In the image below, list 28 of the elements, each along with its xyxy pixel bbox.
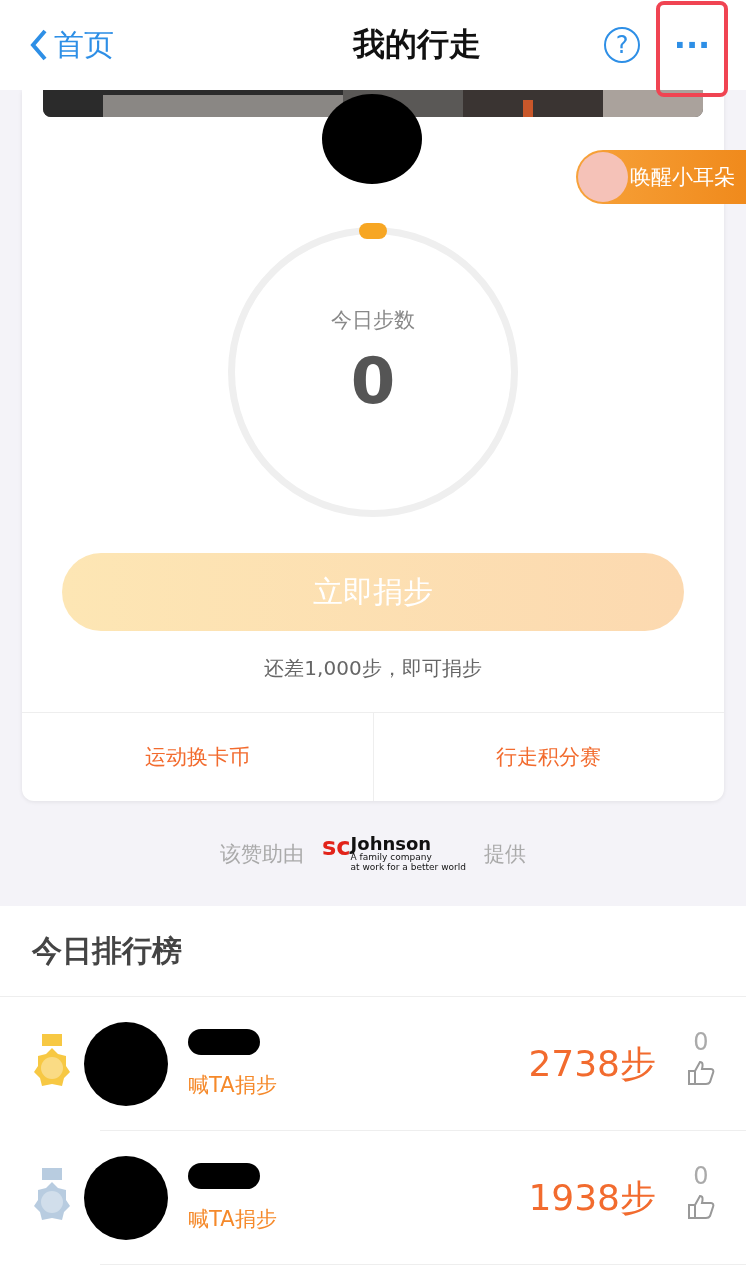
steps-label: 今日步数 bbox=[331, 307, 415, 334]
redaction-mark bbox=[188, 1029, 260, 1055]
logo-brand: Johnson bbox=[350, 834, 433, 853]
thumbs-up-icon[interactable] bbox=[687, 1060, 715, 1086]
logo-mark: sc bbox=[322, 834, 351, 859]
page-title: 我的行走 bbox=[351, 24, 482, 65]
like-count: 0 bbox=[693, 1028, 709, 1056]
help-button[interactable]: ? bbox=[604, 27, 640, 63]
logo-tagline: A family company bbox=[350, 852, 432, 862]
feature-link[interactable]: 运动换卡币 bbox=[22, 713, 373, 801]
chevron-left-icon bbox=[30, 29, 48, 61]
step-count: 1938步 bbox=[528, 1175, 656, 1220]
cheer-link[interactable]: 喊TA捐步 bbox=[188, 1071, 348, 1099]
promo-badge[interactable]: 唤醒小耳朵 bbox=[576, 150, 746, 204]
back-link[interactable]: 首页 bbox=[30, 24, 230, 66]
redaction-mark bbox=[188, 1163, 260, 1189]
sponsor-text: 提供 bbox=[483, 840, 526, 868]
section-title: 今日排行榜 bbox=[0, 906, 746, 997]
avatar-icon bbox=[578, 152, 628, 202]
steps-count: 0 bbox=[350, 344, 396, 418]
feature-link[interactable]: 行走积分赛 bbox=[372, 713, 724, 801]
sponsor-text: 该赞助由 bbox=[220, 840, 305, 868]
cheer-link[interactable]: 喊TA捐步 bbox=[188, 1205, 348, 1233]
like-count: 0 bbox=[693, 1162, 709, 1190]
thumbs-up-icon[interactable] bbox=[687, 1194, 715, 1220]
donate-hint: 还差1,000步，即可捐步 bbox=[264, 655, 482, 682]
step-count: 2738步 bbox=[528, 1041, 656, 1086]
logo-tagline: at work for a better world bbox=[350, 862, 466, 873]
